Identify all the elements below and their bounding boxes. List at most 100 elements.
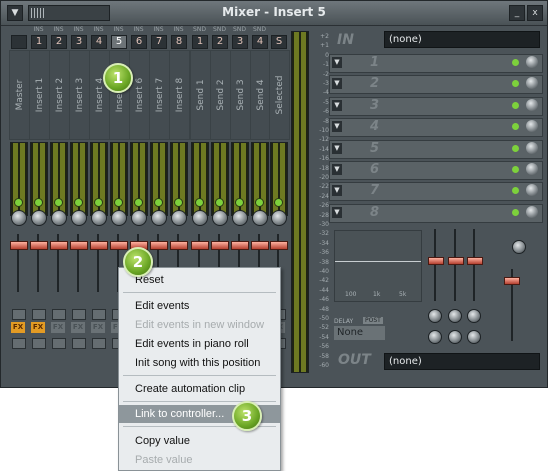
- channel-number[interactable]: 3: [71, 35, 87, 49]
- channel-strip[interactable]: INS 1 Insert 1 FX: [29, 26, 50, 376]
- channel-label[interactable]: Insert 3: [69, 50, 90, 140]
- channel-label[interactable]: Send 1: [190, 50, 211, 140]
- fx-slot[interactable]: ▼ 4: [329, 118, 543, 138]
- fx-slot[interactable]: ▼ 5: [329, 139, 543, 159]
- chevron-down-icon[interactable]: ▼: [332, 164, 342, 175]
- fx-slot-enable-led[interactable]: [512, 208, 519, 216]
- eq-band1-freq-knob[interactable]: [428, 309, 442, 323]
- channel-enable-led[interactable]: [134, 198, 143, 207]
- selected-icon[interactable]: S: [271, 35, 287, 49]
- fx-button[interactable]: FX: [71, 322, 85, 333]
- channel-pan-knob[interactable]: [11, 210, 27, 226]
- fx-button[interactable]: FX: [51, 322, 65, 333]
- fx-slot-enable-led[interactable]: [512, 144, 519, 152]
- chevron-down-icon[interactable]: ▼: [332, 121, 342, 133]
- channel-enable-led[interactable]: [94, 198, 103, 207]
- input-dropdown[interactable]: (none): [384, 31, 540, 48]
- channel-label[interactable]: Send 4: [250, 50, 271, 140]
- fx-slot[interactable]: ▼ 6: [329, 161, 543, 180]
- fx-slot[interactable]: ▼ 8: [329, 203, 543, 223]
- fx-slot-mix-knob[interactable]: [526, 56, 538, 68]
- channel-number[interactable]: 8: [171, 35, 187, 49]
- channel-volume-fader[interactable]: [90, 241, 108, 250]
- channel-pan-knob[interactable]: [192, 210, 208, 226]
- route-arrow-icon[interactable]: [32, 309, 46, 320]
- menu-item-create-automation-clip[interactable]: Create automation clip: [119, 380, 280, 398]
- channel-number[interactable]: 2: [212, 35, 228, 49]
- pan-knob[interactable]: [512, 240, 526, 254]
- fx-slot-mix-knob[interactable]: [526, 98, 538, 111]
- channel-enable-led[interactable]: [274, 198, 283, 207]
- channel-pan-knob[interactable]: [212, 210, 228, 226]
- channel-number[interactable]: 7: [151, 35, 167, 49]
- chevron-down-icon[interactable]: ▼: [332, 185, 342, 197]
- fx-slot[interactable]: ▼ 7: [329, 182, 543, 202]
- channel-volume-fader[interactable]: [211, 241, 229, 250]
- channel-pan-knob[interactable]: [232, 210, 248, 226]
- fx-slot-enable-led[interactable]: [512, 187, 519, 195]
- channel-label[interactable]: Master: [9, 50, 30, 140]
- channel-volume-fader[interactable]: [110, 241, 128, 250]
- channel-enable-led[interactable]: [114, 198, 123, 207]
- channel-enable-led[interactable]: [174, 198, 183, 207]
- route-arrow-icon[interactable]: [92, 309, 106, 320]
- channel-pan-knob[interactable]: [31, 210, 47, 226]
- channel-volume-fader[interactable]: [150, 241, 168, 250]
- eq-band3-freq-knob[interactable]: [467, 309, 481, 323]
- channel-volume-fader[interactable]: [191, 241, 209, 250]
- menu-item-edit-events-piano-roll[interactable]: Edit events in piano roll: [119, 335, 280, 353]
- channel-label[interactable]: Insert 7: [149, 50, 170, 140]
- channel-volume-fader[interactable]: [30, 241, 48, 250]
- fx-button[interactable]: FX: [91, 322, 105, 333]
- channel-pan-knob[interactable]: [51, 210, 67, 226]
- fx-slot-mix-knob[interactable]: [526, 163, 538, 175]
- route-arrow-icon[interactable]: [12, 309, 26, 320]
- channel-enable-led[interactable]: [74, 198, 83, 207]
- disk-icon[interactable]: [92, 338, 106, 349]
- channel-label[interactable]: Insert 4: [89, 50, 110, 140]
- fx-slot-enable-led[interactable]: [512, 101, 519, 109]
- menu-item-init-song[interactable]: Init song with this position: [119, 354, 280, 372]
- chevron-down-icon[interactable]: ▼: [332, 142, 342, 154]
- eq-graph[interactable]: 100 1k 5k: [334, 230, 422, 302]
- fx-slot-enable-led[interactable]: [512, 166, 519, 173]
- channel-number[interactable]: 1: [192, 35, 208, 49]
- channel-number[interactable]: 3: [232, 35, 248, 49]
- fx-slot-enable-led[interactable]: [512, 80, 519, 88]
- route-arrow-icon[interactable]: [72, 309, 86, 320]
- channel-strip[interactable]: Master FX: [9, 26, 30, 376]
- channel-pan-knob[interactable]: [111, 210, 127, 226]
- channel-strip[interactable]: INS 3 Insert 3 FX: [69, 26, 90, 376]
- delay-mode[interactable]: POST: [363, 317, 383, 324]
- channel-number[interactable]: 5: [111, 35, 127, 49]
- channel-number[interactable]: 2: [51, 35, 67, 49]
- fx-slot-enable-led[interactable]: [512, 123, 519, 131]
- channel-enable-led[interactable]: [235, 198, 244, 207]
- channel-pan-knob[interactable]: [171, 210, 187, 226]
- channel-label[interactable]: Insert 6: [129, 50, 150, 140]
- minimize-button[interactable]: _: [509, 5, 525, 21]
- chevron-down-icon[interactable]: ▼: [332, 57, 342, 68]
- channel-volume-fader[interactable]: [70, 241, 88, 250]
- eq-band1-fader[interactable]: [428, 257, 444, 265]
- channel-enable-led[interactable]: [154, 198, 163, 207]
- channel-number[interactable]: 4: [91, 35, 107, 49]
- disk-icon[interactable]: [52, 338, 66, 349]
- fx-slot[interactable]: ▼ 3: [329, 96, 543, 116]
- chevron-down-icon[interactable]: ▼: [332, 206, 342, 218]
- channel-enable-led[interactable]: [255, 198, 264, 207]
- chevron-down-icon[interactable]: ▼: [332, 78, 342, 90]
- channel-label[interactable]: Insert 2: [49, 50, 70, 140]
- channel-enable-led[interactable]: [195, 198, 204, 207]
- disk-icon[interactable]: [32, 338, 46, 349]
- route-arrow-icon[interactable]: [52, 309, 66, 320]
- eq-band1-bw-knob[interactable]: [428, 330, 442, 344]
- menu-item-edit-events[interactable]: Edit events: [119, 297, 280, 315]
- channel-label[interactable]: Insert 8: [169, 50, 190, 140]
- fx-slot[interactable]: ▼ 1: [329, 54, 543, 73]
- channel-pan-knob[interactable]: [91, 210, 107, 226]
- channel-volume-fader[interactable]: [50, 241, 68, 250]
- fx-slot-mix-knob[interactable]: [526, 120, 538, 133]
- close-button[interactable]: x: [527, 5, 543, 21]
- fx-slot-enable-led[interactable]: [512, 59, 519, 66]
